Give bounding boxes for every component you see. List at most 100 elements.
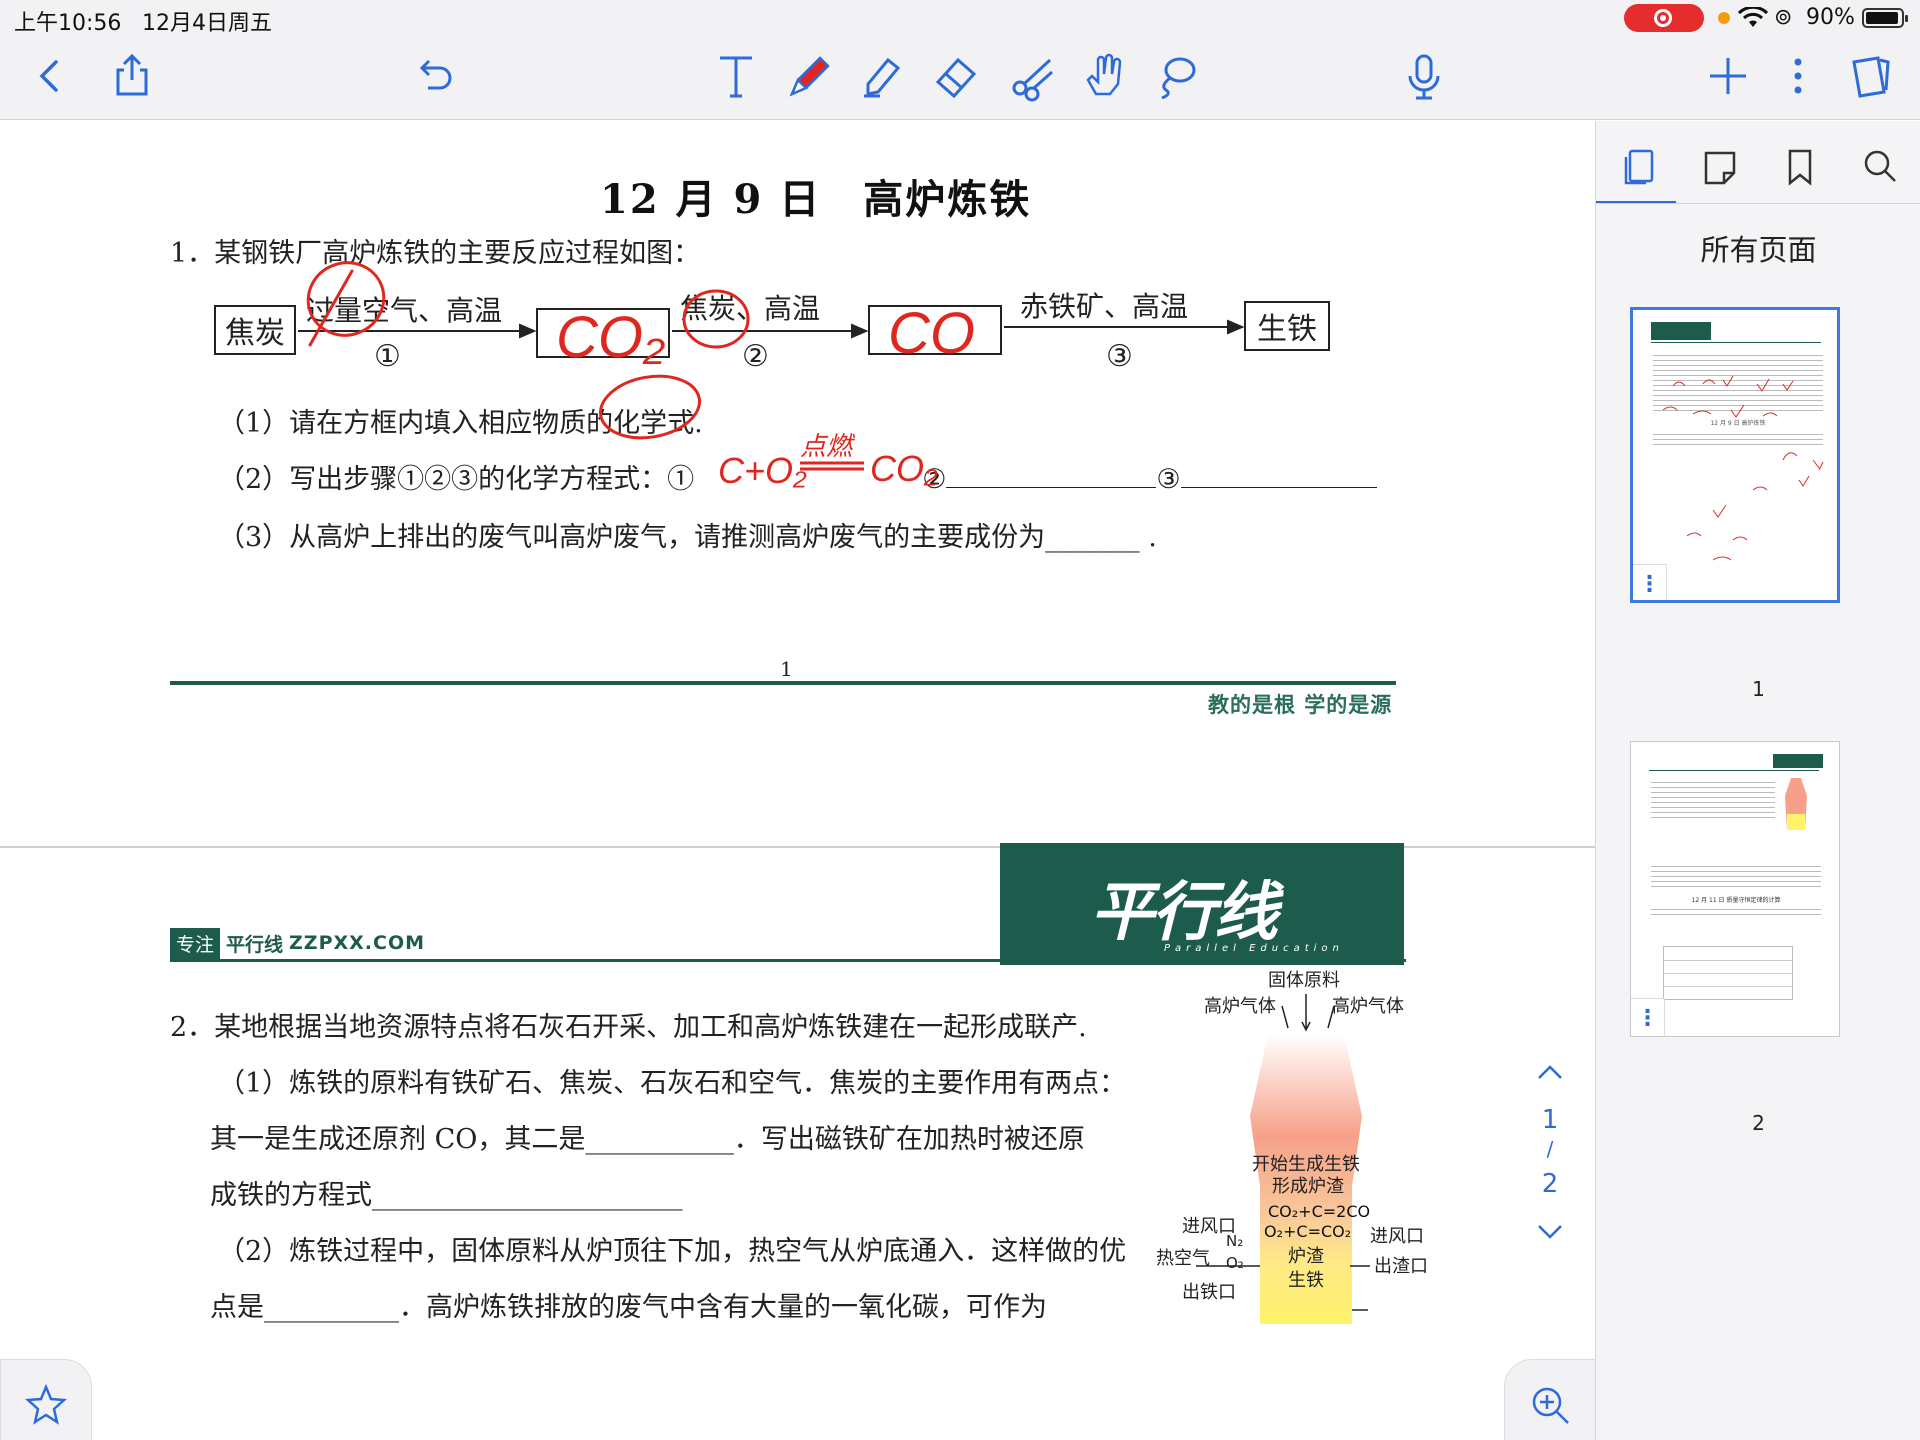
question-2-part-1b: 其一是生成还原剂 CO，其二是___________．写出磁铁矿在加热时被还原 <box>210 1124 1085 1155</box>
screen-recording-indicator[interactable] <box>1624 4 1704 32</box>
text-tool-icon[interactable] <box>706 46 766 106</box>
question-2-part-1a: （1）炼铁的原料有铁矿石、焦炭、石灰石和空气．焦炭的主要作用有两点： <box>218 1068 1127 1099</box>
flow-step-1: ① <box>374 339 401 374</box>
highlighter-icon[interactable] <box>852 46 912 106</box>
page-header-rule <box>170 959 1406 962</box>
thumb-2-label: 2 <box>1752 1111 1765 1135</box>
furnace-hot-air: 热空气 <box>1156 1248 1210 1269</box>
thumb2-text-lines-b: 12 月 11 日 质量守恒定律的计算 <box>1651 862 1821 919</box>
eraser-icon[interactable] <box>926 46 986 106</box>
furnace-reaction-1: CO₂+C=2CO <box>1268 1202 1371 1221</box>
thumb-annotations <box>1662 375 1824 561</box>
furnace-zone-label-2: 形成炉渣 <box>1272 1176 1344 1197</box>
brand-url: ZZPXX.COM <box>289 932 426 954</box>
scissors-icon[interactable] <box>1004 46 1064 106</box>
brand-tagline: 专注 平行线 ZZPXX.COM <box>170 927 426 959</box>
furnace-iron-outlet: 出铁口 <box>1182 1282 1236 1303</box>
sidebar-tab-divider <box>1596 203 1920 204</box>
add-icon[interactable] <box>1698 46 1758 106</box>
brand-name-cn: 平行线 <box>226 933 284 956</box>
flow-step-2: ② <box>742 339 769 374</box>
microphone-icon[interactable] <box>1394 46 1454 106</box>
thumb-1-menu-button[interactable]: ⋮ <box>1633 564 1667 600</box>
furnace-slag: 炉渣 <box>1288 1246 1324 1267</box>
question-1-part-1: （1）请在方框内填入相应物质的化学式. <box>218 408 703 439</box>
undo-icon[interactable] <box>404 46 464 106</box>
zoom-button[interactable] <box>1504 1359 1595 1440</box>
more-icon[interactable] <box>1768 46 1828 106</box>
favorite-button[interactable] <box>0 1359 92 1440</box>
furnace-reaction-2: O₂+C=CO₂ <box>1264 1222 1352 1241</box>
page-navigator: 1 / 2 <box>1520 1059 1580 1299</box>
question-1-part-2: （2）写出步骤①②③的化学方程式：① ② ③ <box>218 457 1377 496</box>
thumb2-text-lines <box>1651 778 1775 822</box>
pages-icon[interactable] <box>1840 46 1900 106</box>
thumb-2-menu-button[interactable]: ⋮ <box>1631 998 1665 1036</box>
status-date: 12月4日周五 <box>142 11 272 36</box>
furnace-inlet-right: 进风口 <box>1370 1226 1424 1247</box>
question-1-part-3: （3）从高炉上排出的废气叫高炉废气，请推测高炉废气的主要成份为_______ . <box>218 522 1157 553</box>
wifi-icon <box>1738 7 1768 27</box>
q1-part2-prefix: （2）写出步骤①②③的化学方程式：① <box>218 464 695 495</box>
back-icon[interactable] <box>20 46 80 106</box>
q1-part2-step3: ③ <box>1156 464 1181 495</box>
question-2-part-1c: 成铁的方程式_______________________ <box>210 1180 683 1211</box>
furnace-iron: 生铁 <box>1288 1270 1324 1291</box>
sidebar-heading: 所有页面 <box>1700 233 1817 267</box>
status-time: 上午10:56 <box>14 11 122 36</box>
thumb2-furnace <box>1785 778 1807 830</box>
pen-tool-icon[interactable] <box>780 46 840 106</box>
orientation-lock-icon: ⊚ <box>1774 5 1793 30</box>
next-page-button[interactable] <box>1520 1219 1580 1249</box>
flow-arrow-2-label: 焦炭、高温 <box>680 292 821 325</box>
pages-tab-icon[interactable] <box>1612 139 1668 195</box>
question-2-part-2b: 点是__________．高炉炼铁排放的废气中含有大量的一氧化碳，可作为 <box>210 1292 1047 1323</box>
thumb-1-label: 1 <box>1752 677 1765 701</box>
thumb2-brand-block <box>1773 754 1823 768</box>
lasso-icon[interactable] <box>1146 46 1206 106</box>
previous-page-button[interactable] <box>1520 1059 1580 1089</box>
thumb2-header-rule <box>1649 770 1819 771</box>
share-icon[interactable] <box>102 46 162 106</box>
thumb2-table <box>1663 946 1793 1000</box>
page-slogan: 教的是根 学的是源 <box>1208 693 1393 717</box>
q1-part2-step2: ② <box>922 464 947 495</box>
furnace-gas-right: 高炉气体 <box>1332 996 1404 1017</box>
furnace-o2: O₂ <box>1226 1254 1244 1272</box>
mic-in-use-dot <box>1718 12 1730 24</box>
notes-tab-icon[interactable] <box>1692 139 1748 195</box>
flow-arrow-3-label: 赤铁矿、高温 <box>1020 290 1189 323</box>
question-2-stem: 2．某地根据当地资源特点将石灰石开采、加工和高炉炼铁建在一起形成联产. <box>170 1012 1087 1043</box>
brand-logo: 平行线 <box>1090 876 1278 950</box>
current-page: 1 <box>1541 1105 1559 1135</box>
battery-icon <box>1862 8 1908 28</box>
furnace-slag-outlet: 出渣口 <box>1374 1256 1428 1277</box>
total-pages: 2 <box>1541 1169 1559 1199</box>
battery-percent: 90% <box>1806 5 1855 30</box>
toolbar <box>0 36 1920 120</box>
page-footer-rule <box>170 681 1396 685</box>
flow-step-3: ③ <box>1106 339 1133 374</box>
status-bar: 上午10:56 12月4日周五 ⊚ 90% <box>0 0 1920 36</box>
search-tab-icon[interactable] <box>1852 139 1908 195</box>
thumb-2-title: 12 月 11 日 质量守恒定律的计算 <box>1691 897 1781 904</box>
furnace-gas-left: 高炉气体 <box>1204 996 1276 1017</box>
furnace-top-label: 固体原料 <box>1268 970 1340 991</box>
zoom-in-icon <box>1532 1387 1569 1424</box>
page-thumbnail-1[interactable]: 12 月 9 日 高炉炼铁 ⋮ <box>1630 307 1840 603</box>
furnace-n2: N₂ <box>1226 1232 1244 1250</box>
page-sidebar: 所有页面 12 月 9 日 高炉炼铁 ⋮ 1 12 月 11 日 质量守恒定律的… <box>1595 121 1920 1440</box>
star-icon <box>24 1383 68 1425</box>
document-viewer[interactable]: 12 月 9 日 高炉炼铁 1．某钢铁厂高炉炼铁的主要反应过程如图： 焦炭 生铁… <box>0 121 1595 1440</box>
bookmark-tab-icon[interactable] <box>1772 139 1828 195</box>
question-2-part-2a: （2）炼铁过程中，固体原料从炉顶往下加，热空气从炉底通入．这样做的优 <box>218 1236 1127 1267</box>
page-thumbnail-2[interactable]: 12 月 11 日 质量守恒定律的计算 ⋮ <box>1630 741 1840 1037</box>
focus-label: 专注 <box>170 927 221 959</box>
page-separator-slash: / <box>1546 1137 1554 1161</box>
blast-furnace-diagram: 固体原料 高炉气体 高炉气体 开始生成生铁 形成炉渣 CO₂+C=2CO O₂+… <box>1156 966 1456 1326</box>
hand-icon[interactable] <box>1074 46 1134 106</box>
page-number: 1 <box>780 657 793 681</box>
flow-arrow-1-label: 过量空气、高温 <box>306 294 503 327</box>
brand-subtitle: Parallel Education <box>1164 943 1344 954</box>
brand-banner: 平行线 Parallel Education <box>1000 843 1404 965</box>
